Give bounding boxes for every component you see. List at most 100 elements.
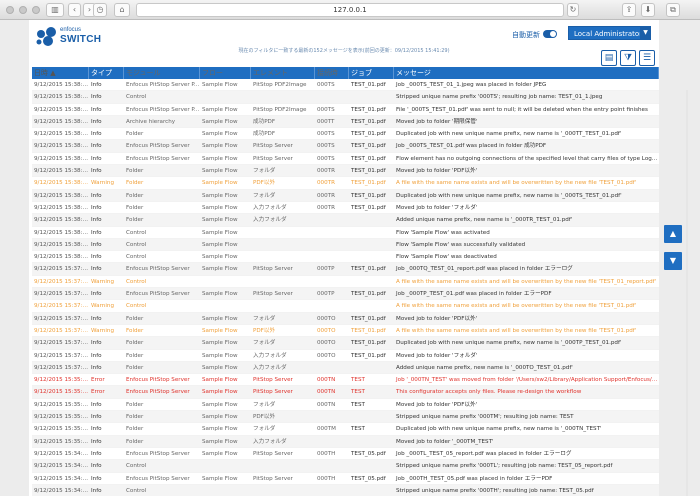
column-header-connection[interactable]: 接続時 — [315, 67, 349, 79]
share-icon[interactable]: ⇪ — [622, 3, 636, 17]
cell-module: Folder — [126, 327, 144, 334]
vertical-scrollbar[interactable] — [686, 90, 688, 496]
table-row[interactable]: 9/12/2015 15:35:32 Info Folder Sample Flow P… — [32, 411, 659, 424]
cell-flow: Sample Flow — [202, 131, 238, 138]
cell-msg: Job _000TH_TEST_05.pdf was placed in fol… — [396, 475, 553, 482]
table-row[interactable]: 9/12/2015 15:38:30 Info Enfocus PitStop Se… — [32, 140, 659, 153]
table-row[interactable]: 9/12/2015 15:37:18 Info Enfocus PitStop Se… — [32, 263, 659, 276]
column-header-message[interactable]: メッセージ — [394, 67, 659, 79]
cell-type: Warning — [91, 180, 114, 187]
cell-flow: Sample Flow — [202, 229, 238, 236]
cell-flow: Sample Flow — [202, 340, 238, 347]
cell-job: TEST — [351, 401, 365, 408]
table-row[interactable]: 9/12/2015 15:38:16 Info Control Sample Flow… — [32, 227, 659, 239]
table-row[interactable]: 9/12/2015 15:37:18 Info Enfocus PitStop Se… — [32, 288, 659, 301]
cell-conn — [315, 300, 349, 311]
table-row[interactable]: 9/12/2015 15:37:14 Info Folder Sample Flow 入… — [32, 350, 659, 362]
table-row[interactable]: 9/12/2015 15:35:32 Info Folder Sample Flow フ… — [32, 399, 659, 412]
column-header-job[interactable]: ジョブ — [349, 67, 394, 79]
auto-update-toggle[interactable] — [543, 30, 557, 38]
column-header-flow[interactable]: フロー — [200, 67, 251, 79]
column-header-element[interactable]: エレメント — [251, 67, 315, 79]
table-row[interactable]: 9/12/2015 15:34:31 Info Control Stripped un… — [32, 460, 659, 473]
cell-element: 入力フォルダ — [253, 438, 287, 445]
table-row[interactable]: 9/12/2015 15:38:27 Warning Folder Sample Fl… — [32, 177, 659, 190]
table-row[interactable]: 9/12/2015 15:38:30 Info Enfocus PitStop Se… — [32, 153, 659, 166]
cell-job: TEST_01.pdf — [351, 168, 386, 175]
cell-time: 9/12/2015 15:38:30 — [34, 143, 89, 150]
column-header-type[interactable]: タイプ — [89, 67, 124, 79]
back-icon[interactable]: ‹ — [68, 3, 81, 17]
cell-element — [251, 460, 315, 471]
cell-msg: Duplicated job with new unique name pref… — [396, 340, 622, 347]
address-bar[interactable]: 127.0.0.1 — [136, 3, 564, 17]
user-menu-button[interactable]: Local Administrator — [568, 26, 650, 40]
cell-time: 9/12/2015 15:38:34 — [34, 94, 89, 101]
table-row[interactable]: 9/12/2015 15:37:14 Info Folder Sample Flow フ… — [32, 312, 659, 325]
table-row[interactable]: 9/12/2015 15:38:26 Info Folder Sample Flow フ… — [32, 189, 659, 202]
cell-element: 入力フォルダ — [253, 204, 287, 211]
export-list-icon[interactable]: ☰ — [639, 50, 655, 66]
history-icon[interactable]: ◷ — [93, 3, 107, 17]
filter-icon[interactable]: ⧩ — [620, 50, 636, 66]
table-row[interactable]: 9/12/2015 15:38:30 Info Archive hierarchy S… — [32, 115, 659, 129]
table-row[interactable]: 9/12/2015 15:38:33 Info Enfocus PitStop Se… — [32, 104, 659, 116]
switch-logo-icon — [36, 27, 56, 46]
table-row[interactable]: 9/12/2015 15:38:26 Info Folder Sample Flow 入… — [32, 202, 659, 215]
column-header-module[interactable]: モジュール — [124, 67, 200, 79]
cell-element: PitStop Server — [253, 143, 293, 150]
cell-element: フォルダ — [253, 315, 276, 322]
cell-msg: Stripped unique name prefix '000TS'; res… — [396, 94, 603, 101]
zoom-window-icon[interactable] — [32, 6, 40, 14]
table-row[interactable]: 9/12/2015 15:38:15 Info Control Sample Flow… — [32, 238, 659, 252]
table-row[interactable]: 9/12/2015 15:37:14 Info Folder Sample Flow 入… — [32, 361, 659, 375]
scroll-down-button[interactable]: ▼ — [664, 252, 682, 270]
cell-module: Folder — [126, 352, 144, 359]
table-row[interactable]: 9/12/2015 15:38:26 Info Folder Sample Flow 入… — [32, 214, 659, 227]
cell-job: TEST_01.pdf — [351, 118, 386, 125]
table-row[interactable]: 9/12/2015 15:35:32 Error Enfocus PitStop S… — [32, 386, 659, 399]
table-row[interactable]: 9/12/2015 15:35:32 Error Enfocus PitStop S… — [32, 374, 659, 387]
cell-type: Info — [91, 254, 102, 261]
table-row[interactable]: 9/12/2015 15:34:31 Info Enfocus PitStop Se… — [32, 473, 659, 485]
table-row[interactable]: 9/12/2015 15:38:34 Info Control Stripped un… — [32, 91, 659, 104]
cell-flow: Sample Flow — [202, 475, 238, 482]
table-row[interactable]: 9/12/2015 15:37:18 Warning Control A file w… — [32, 300, 659, 313]
cell-flow: Sample Flow — [202, 180, 238, 187]
scroll-up-button[interactable]: ▲ — [664, 225, 682, 243]
cell-conn — [315, 362, 349, 373]
reload-icon[interactable]: ↻ — [567, 3, 579, 17]
cell-type: Info — [91, 217, 102, 224]
column-header-time[interactable]: 日時 ▲ — [32, 67, 89, 79]
table-row[interactable]: 9/12/2015 15:38:30 Info Folder Sample Flow 成… — [32, 128, 659, 141]
cell-module: Enfocus PitStop Server — [126, 389, 190, 396]
arrow-down-icon: ▼ — [669, 256, 677, 265]
table-row[interactable]: 9/12/2015 15:35:31 Info Folder Sample Flow 入… — [32, 435, 659, 448]
message-card-icon[interactable]: ▤ — [601, 50, 617, 66]
cell-conn — [315, 214, 349, 225]
table-row[interactable]: 9/12/2015 15:37:14 Info Folder Sample Flow フ… — [32, 337, 659, 350]
home-icon[interactable]: ⌂ — [114, 3, 130, 17]
cell-flow: Sample Flow — [202, 82, 238, 88]
table-row[interactable]: 9/12/2015 15:34:31 Info Control Stripped un… — [32, 484, 659, 496]
cell-flow — [200, 276, 251, 287]
minimize-window-icon[interactable] — [19, 6, 27, 14]
table-row[interactable]: 9/12/2015 15:37:14 Warning Folder Sample Fl… — [32, 325, 659, 338]
cell-msg: Job _000TP_TEST_01.pdf was placed in fol… — [396, 291, 552, 298]
cell-element: PDF以外 — [253, 414, 276, 421]
close-window-icon[interactable] — [6, 6, 14, 14]
table-row[interactable]: 9/12/2015 15:38:00 Info Control Sample Flow… — [32, 251, 659, 264]
cell-type: Info — [91, 352, 102, 359]
sidebar-toggle-icon[interactable]: ▥ — [46, 3, 64, 17]
table-row[interactable]: 9/12/2015 15:34:31 Info Enfocus PitStop Se… — [32, 448, 659, 461]
window-controls[interactable] — [6, 6, 40, 14]
download-icon[interactable]: ⬇ — [641, 3, 655, 17]
chevron-down-icon[interactable]: ▼ — [640, 26, 651, 40]
tabs-overview-icon[interactable]: ⧉ — [666, 3, 680, 17]
table-row[interactable]: 9/12/2015 15:38:27 Info Folder Sample Flow フ… — [32, 165, 659, 178]
table-row[interactable]: 9/12/2015 15:37:18 Warning Control A file w… — [32, 276, 659, 289]
cell-module: Enfocus PitStop Server — [126, 266, 190, 273]
cell-module: Folder — [126, 401, 144, 408]
table-row[interactable]: 9/12/2015 15:35:32 Info Folder Sample Flow フ… — [32, 423, 659, 436]
table-row[interactable]: 9/12/2015 15:38:34 Info Enfocus PitStop Se… — [32, 79, 659, 92]
